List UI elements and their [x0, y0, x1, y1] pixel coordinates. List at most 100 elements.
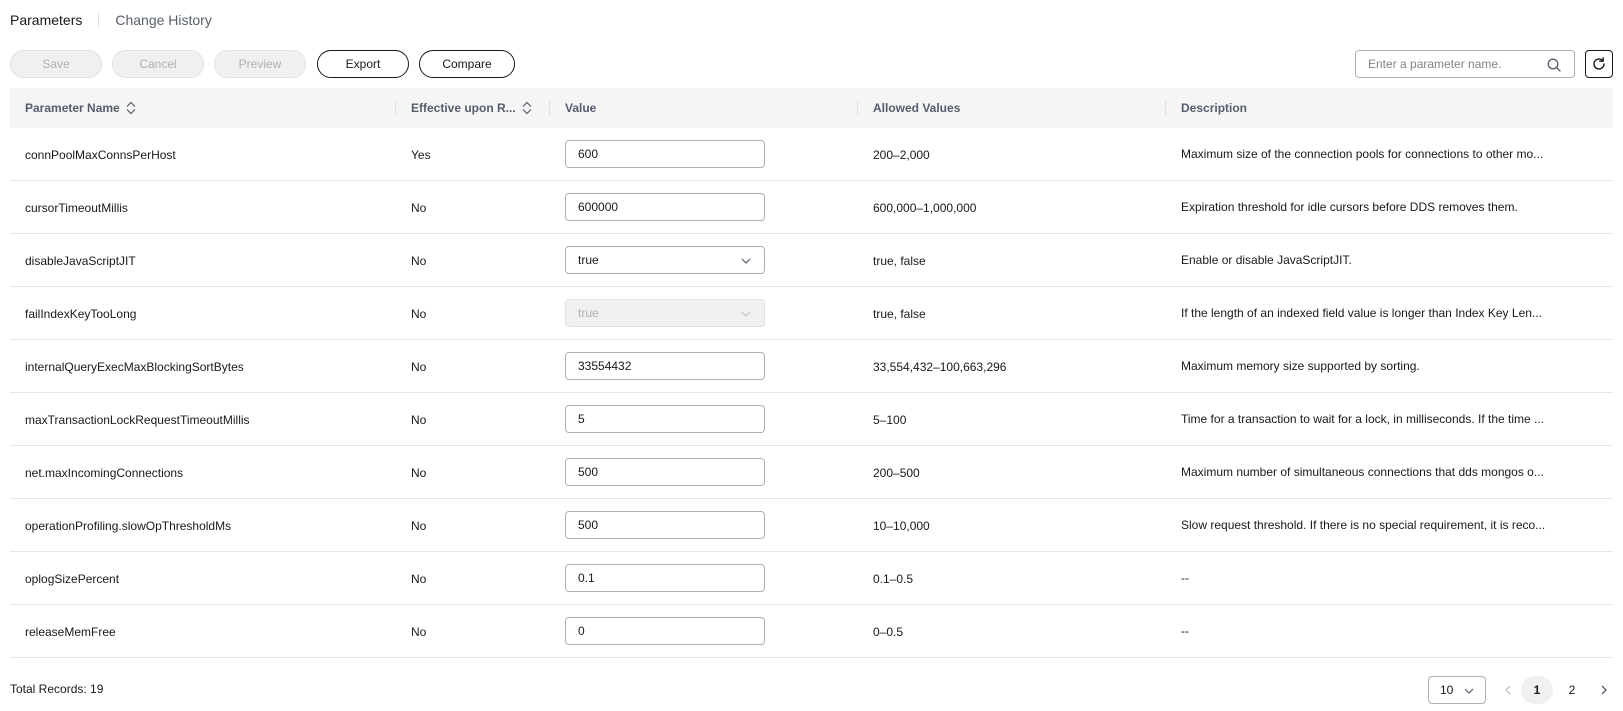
tab-parameters[interactable]: Parameters — [10, 10, 82, 30]
chevron-down-icon — [1464, 688, 1474, 694]
chevron-left-icon — [1505, 685, 1511, 695]
description: Maximum memory size supported by sorting… — [1181, 359, 1420, 373]
parameter-name: net.maxIncomingConnections — [25, 465, 184, 480]
value-text: 600 — [578, 147, 599, 161]
description: Maximum number of simultaneous connectio… — [1181, 465, 1544, 479]
page-2-button[interactable]: 2 — [1556, 676, 1588, 704]
refresh-button[interactable] — [1585, 50, 1613, 78]
value-input[interactable]: 5 — [565, 405, 765, 433]
next-page-button[interactable] — [1592, 676, 1616, 704]
parameter-name: operationProfiling.slowOpThresholdMs — [25, 518, 232, 533]
table-row: failIndexKeyTooLong No true true, false If t… — [10, 287, 1613, 340]
allowed-values: 33,554,432–100,663,296 — [873, 359, 1007, 374]
column-header-effective[interactable]: Effective upon R... — [411, 88, 532, 128]
cancel-button[interactable]: Cancel — [112, 50, 204, 78]
allowed-values: 0–0.5 — [873, 624, 904, 639]
table-row: disableJavaScriptJIT No true true, false Ena… — [10, 234, 1613, 287]
allowed-values: 200–500 — [873, 465, 920, 480]
effective-upon-restart: No — [411, 571, 427, 586]
refresh-icon — [1593, 57, 1605, 70]
parameters-table: Parameter Name Effective upon R... Value… — [10, 88, 1613, 658]
value-text: 5 — [578, 412, 585, 426]
value-select[interactable]: true — [565, 246, 765, 274]
effective-upon-restart: No — [411, 359, 427, 374]
parameter-name: internalQueryExecMaxBlockingSortBytes — [25, 359, 244, 374]
tab-bar: Parameters Change History — [10, 10, 212, 30]
page-size-select[interactable]: 10 — [1428, 676, 1486, 704]
value-select-disabled: true — [565, 299, 765, 327]
column-header-value: Value — [565, 101, 597, 115]
allowed-values: 10–10,000 — [873, 518, 930, 533]
tab-change-history[interactable]: Change History — [115, 10, 212, 30]
parameter-name: releaseMemFree — [25, 624, 116, 639]
column-divider — [549, 100, 550, 116]
allowed-values: true, false — [873, 306, 926, 321]
table-row: maxTransactionLockRequestTimeoutMillis No… — [10, 393, 1613, 446]
value-input[interactable]: 500 — [565, 511, 765, 539]
page-size-value: 10 — [1440, 683, 1454, 697]
allowed-values: 600,000–1,000,000 — [873, 200, 977, 215]
table-row: releaseMemFree No 0 0–0.5 -- — [10, 605, 1613, 658]
chevron-down-icon — [741, 258, 751, 264]
sort-icon[interactable] — [126, 101, 136, 115]
allowed-values: true, false — [873, 253, 926, 268]
parameter-name: connPoolMaxConnsPerHost — [25, 147, 176, 162]
table-row: internalQueryExecMaxBlockingSortBytes No 3… — [10, 340, 1613, 393]
allowed-values: 5–100 — [873, 412, 907, 427]
effective-upon-restart: No — [411, 253, 427, 268]
value-text: true — [578, 306, 599, 320]
sort-icon[interactable] — [522, 101, 532, 115]
effective-upon-restart: No — [411, 306, 427, 321]
column-header-parameter-name[interactable]: Parameter Name — [25, 88, 136, 128]
total-records: Total Records: 19 — [10, 682, 104, 696]
column-header-description: Description — [1181, 101, 1248, 115]
value-input[interactable]: 33554432 — [565, 352, 765, 380]
effective-upon-restart: No — [411, 465, 427, 480]
table-row: cursorTimeoutMillis No 600000 600,000–1,000… — [10, 181, 1613, 234]
column-header-allowed-values: Allowed Values — [873, 101, 961, 115]
value-text: 33554432 — [578, 359, 632, 373]
value-text: 500 — [578, 465, 599, 479]
parameter-name: cursorTimeoutMillis — [25, 200, 128, 215]
previous-page-button[interactable] — [1496, 676, 1520, 704]
preview-button[interactable]: Preview — [214, 50, 306, 78]
table-body: connPoolMaxConnsPerHost Yes 600 200–2,000 Ma… — [10, 128, 1613, 658]
effective-upon-restart: No — [411, 200, 427, 215]
table-row: operationProfiling.slowOpThresholdMs No 50… — [10, 499, 1613, 552]
chevron-right-icon — [1601, 685, 1607, 695]
column-header-label: Effective upon R... — [411, 101, 516, 115]
value-input[interactable]: 500 — [565, 458, 765, 486]
value-text: 500 — [578, 518, 599, 532]
search-input[interactable] — [1368, 51, 1548, 77]
effective-upon-restart: Yes — [411, 147, 431, 162]
effective-upon-restart: No — [411, 624, 427, 639]
column-divider — [857, 100, 858, 116]
value-input[interactable]: 600 — [565, 140, 765, 168]
save-button[interactable]: Save — [10, 50, 102, 78]
value-text: true — [578, 253, 599, 267]
export-button[interactable]: Export — [317, 50, 409, 78]
page-1-button[interactable]: 1 — [1521, 676, 1553, 704]
value-input[interactable]: 600000 — [565, 193, 765, 221]
description: Time for a transaction to wait for a loc… — [1181, 412, 1545, 426]
value-text: 0.1 — [578, 571, 595, 585]
description: Slow request threshold. If there is no s… — [1181, 518, 1546, 532]
column-divider — [395, 100, 396, 116]
table-row: connPoolMaxConnsPerHost Yes 600 200–2,000 Ma… — [10, 128, 1613, 181]
search-icon[interactable] — [1546, 57, 1562, 73]
parameter-name: failIndexKeyTooLong — [25, 306, 137, 321]
description: Enable or disable JavaScriptJIT. — [1181, 253, 1352, 267]
allowed-values: 200–2,000 — [873, 147, 930, 162]
value-input[interactable]: 0.1 — [565, 564, 765, 592]
parameter-name: oplogSizePercent — [25, 571, 120, 586]
value-input[interactable]: 0 — [565, 617, 765, 645]
description: Expiration threshold for idle cursors be… — [1181, 200, 1518, 214]
effective-upon-restart: No — [411, 518, 427, 533]
description: If the length of an indexed field value … — [1181, 306, 1542, 320]
compare-button[interactable]: Compare — [419, 50, 515, 78]
column-header-label: Parameter Name — [25, 101, 120, 115]
table-header: Parameter Name Effective upon R... Value… — [10, 88, 1613, 128]
allowed-values: 0.1–0.5 — [873, 571, 914, 586]
table-row: net.maxIncomingConnections No 500 200–500 Ma… — [10, 446, 1613, 499]
toolbar: Save Cancel Preview Export Compare — [10, 50, 1613, 78]
